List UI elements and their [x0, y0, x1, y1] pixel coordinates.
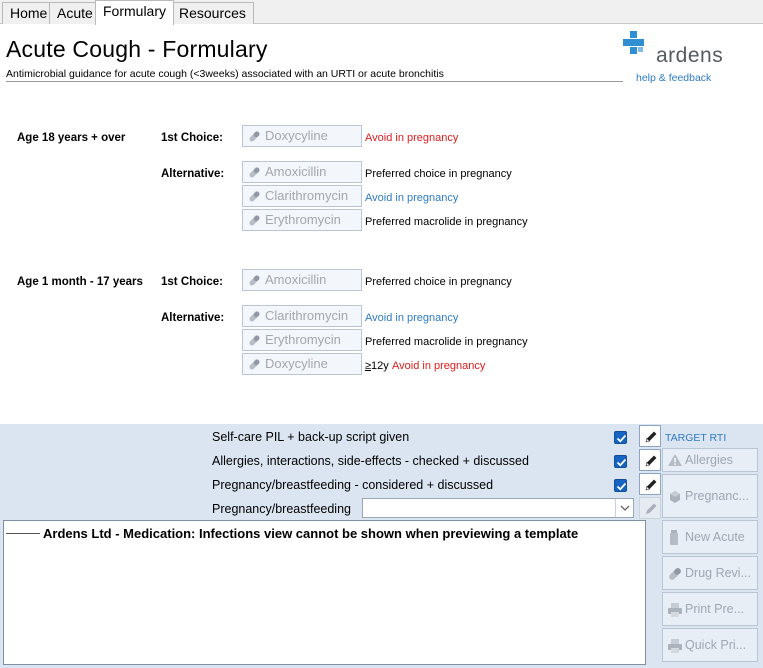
first-choice-label: 1st Choice: — [161, 276, 223, 288]
drug-note-age: ≥12y — [365, 360, 389, 372]
side-button-label: Allergies — [685, 453, 733, 467]
side-button-label: Quick Pri... — [685, 638, 747, 652]
alternative-label: Alternative: — [161, 168, 225, 180]
drug-note: Avoid in pregnancy — [392, 360, 486, 372]
drug-button-amoxicillin[interactable]: Amoxicillin — [242, 161, 362, 183]
tab-home[interactable]: Home — [2, 2, 56, 24]
quick-print-button[interactable]: Quick Pri... — [662, 628, 758, 662]
checkmark-icon — [616, 434, 627, 443]
side-button-label: New Acute — [685, 530, 745, 544]
pregnancy-button[interactable]: Pregnanc... — [662, 474, 758, 518]
group-label-adults: Age 18 years + over — [17, 132, 126, 144]
tab-acute[interactable]: Acute — [49, 2, 101, 24]
tab-bar: Home Acute Formulary Resources — [0, 0, 763, 25]
first-choice-label: 1st Choice: — [161, 132, 223, 144]
group-label-children: Age 1 month - 17 years — [17, 276, 143, 288]
drug-name: Clarithromycin — [265, 188, 349, 203]
pills-icon — [670, 491, 680, 503]
printer-icon — [668, 639, 682, 653]
help-feedback-link[interactable]: help & feedback — [636, 72, 711, 84]
logo-text: ardens — [656, 44, 724, 67]
drug-note: Preferred macrolide in pregnancy — [365, 216, 528, 228]
drug-button-erythromycin[interactable]: Erythromycin — [242, 209, 362, 231]
medication-view: Ardens Ltd - Medication: Infections view… — [3, 520, 646, 665]
drug-name: Erythromycin — [265, 332, 341, 347]
pregnancy-select[interactable] — [362, 498, 634, 518]
pencil-icon — [645, 455, 657, 467]
pill-icon — [249, 359, 260, 370]
new-acute-button[interactable]: New Acute — [662, 520, 758, 554]
edit-button[interactable] — [639, 473, 661, 495]
side-button-label: Print Pre... — [685, 602, 745, 616]
target-rti-label: TARGET RTI — [665, 432, 727, 444]
pencil-icon — [645, 431, 657, 443]
pencil-icon — [646, 503, 657, 514]
drug-name: Doxycyline — [265, 128, 328, 143]
pill-icon — [669, 568, 681, 580]
checklist-checkbox[interactable] — [614, 455, 627, 468]
allergies-button[interactable]: Allergies — [662, 448, 758, 472]
divider — [6, 533, 40, 534]
pill-icon — [249, 131, 260, 142]
checklist-checkbox[interactable] — [614, 431, 627, 444]
pill-icon — [249, 275, 260, 286]
tab-resources[interactable]: Resources — [171, 2, 254, 24]
drug-button-erythromycin[interactable]: Erythromycin — [242, 329, 362, 351]
age-value: 12y — [371, 360, 389, 372]
drug-name: Doxycyline — [265, 356, 328, 371]
checklist-label: Pregnancy/breastfeeding - considered + d… — [212, 478, 494, 492]
drug-note: Avoid in pregnancy — [365, 192, 459, 204]
drug-note: Preferred choice in pregnancy — [365, 168, 512, 180]
drug-name: Erythromycin — [265, 212, 341, 227]
printer-icon — [668, 603, 682, 617]
drug-note: Avoid in pregnancy — [365, 132, 459, 144]
checkmark-icon — [616, 482, 627, 491]
drug-review-button[interactable]: Drug Revi... — [662, 556, 758, 590]
pill-icon — [249, 215, 260, 226]
checklist-label: Allergies, interactions, side-effects - … — [212, 454, 529, 468]
checklist-label: Self-care PIL + back-up script given — [212, 430, 410, 444]
drug-button-doxycyline[interactable]: Doxycyline — [242, 353, 362, 375]
pregnancy-field-label: Pregnancy/breastfeeding — [212, 502, 351, 516]
pill-icon — [249, 311, 260, 322]
page-subtitle: Antimicrobial guidance for acute cough (… — [6, 68, 623, 82]
drug-note: Preferred macrolide in pregnancy — [365, 336, 528, 348]
pill-icon — [249, 335, 260, 346]
page-title: Acute Cough - Formulary — [6, 36, 268, 62]
print-preview-button[interactable]: Print Pre... — [662, 592, 758, 626]
drug-name: Amoxicillin — [265, 164, 327, 179]
edit-button[interactable] — [639, 425, 661, 447]
pencil-icon — [645, 479, 657, 491]
drug-note: Avoid in pregnancy — [365, 312, 459, 324]
drug-button-clarithromycin[interactable]: Clarithromycin — [242, 185, 362, 207]
drug-name: Clarithromycin — [265, 308, 349, 323]
drug-button-amoxicillin[interactable]: Amoxicillin — [242, 269, 362, 291]
drug-name: Amoxicillin — [265, 272, 327, 287]
edit-button-disabled[interactable] — [639, 497, 661, 519]
checkmark-icon — [616, 458, 627, 467]
drug-button-clarithromycin[interactable]: Clarithromycin — [242, 305, 362, 327]
view-message: Ardens Ltd - Medication: Infections view… — [43, 526, 579, 541]
side-button-label: Pregnanc... — [685, 489, 749, 503]
tab-formulary[interactable]: Formulary — [95, 0, 175, 25]
pill-icon — [249, 191, 260, 202]
drug-button-doxycyline[interactable]: Doxycyline — [242, 125, 362, 147]
alternative-label: Alternative: — [161, 312, 225, 324]
checklist-checkbox[interactable] — [614, 479, 627, 492]
side-button-label: Drug Revi... — [685, 566, 751, 580]
drug-note: Preferred choice in pregnancy — [365, 276, 512, 288]
warning-icon — [668, 454, 682, 466]
medicine-bottle-icon — [670, 530, 678, 545]
edit-button[interactable] — [639, 449, 661, 471]
pill-icon — [249, 167, 260, 178]
chevron-down-icon — [615, 499, 633, 517]
